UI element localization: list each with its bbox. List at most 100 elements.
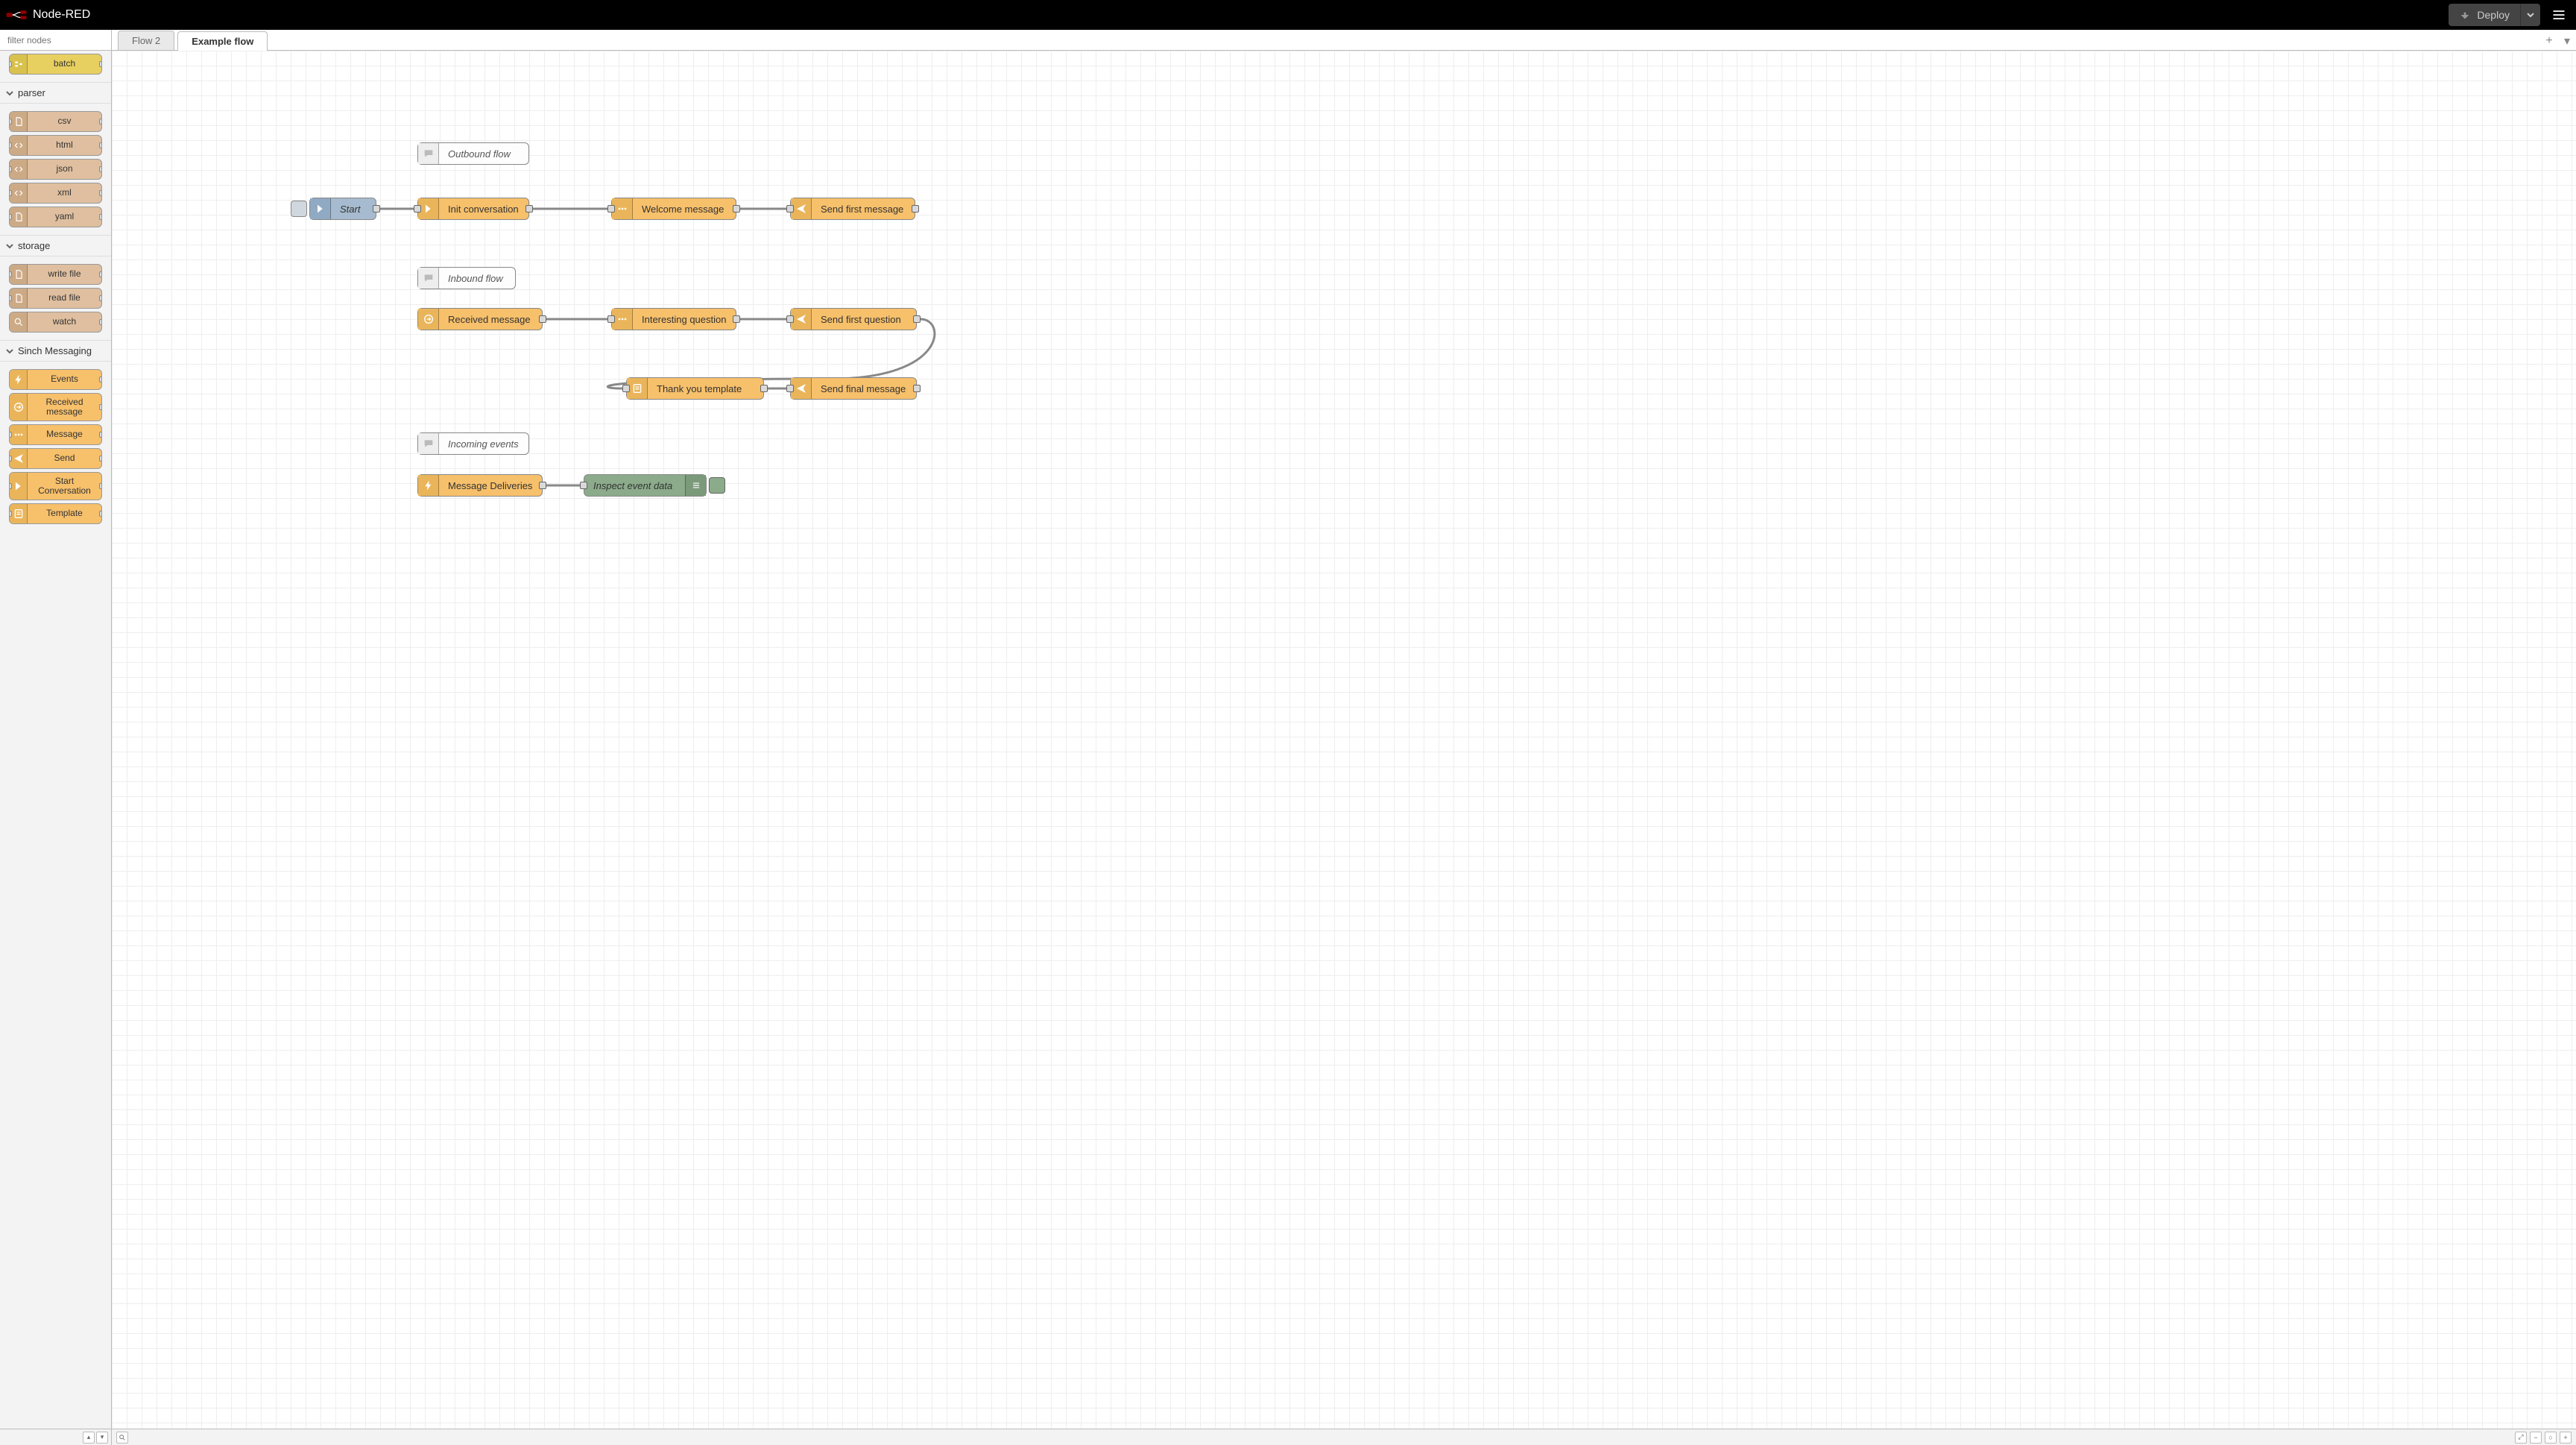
output-port[interactable]: [99, 214, 102, 220]
flow-node-send-first-question[interactable]: Send first question: [790, 308, 917, 330]
output-port[interactable]: [373, 205, 380, 212]
flow-node-welcome-message[interactable]: Welcome message: [611, 198, 736, 220]
palette-category-parser[interactable]: parser: [0, 82, 111, 104]
input-port[interactable]: [9, 214, 12, 220]
flow-node-received-message[interactable]: Received message: [417, 308, 543, 330]
output-port[interactable]: [525, 205, 533, 212]
node-palette: batch parser csv html json xml yaml storage writ…: [0, 30, 112, 1445]
output-port[interactable]: [99, 190, 102, 196]
palette-node-received-message[interactable]: Received message: [9, 393, 102, 421]
palette-node-template[interactable]: Template: [9, 503, 102, 524]
output-port[interactable]: [99, 456, 102, 462]
input-port[interactable]: [414, 205, 421, 212]
palette-node-write-file[interactable]: write file: [9, 264, 102, 285]
input-port[interactable]: [9, 483, 12, 489]
tab-menu-button[interactable]: ▾: [2558, 32, 2576, 50]
palette-node-batch[interactable]: batch: [9, 54, 102, 75]
chevron-down-icon: [6, 347, 13, 355]
flow-node-init-conversation[interactable]: Init conversation: [417, 198, 529, 220]
palette-node-json[interactable]: json: [9, 159, 102, 180]
flow-node-send-first-message[interactable]: Send first message: [790, 198, 915, 220]
main-menu-button[interactable]: [2548, 4, 2570, 26]
template-icon: [627, 378, 648, 399]
output-port[interactable]: [99, 166, 102, 172]
output-port[interactable]: [733, 205, 740, 212]
output-port[interactable]: [539, 315, 546, 323]
tab-flow-2[interactable]: Flow 2: [118, 31, 174, 50]
output-port[interactable]: [99, 319, 102, 325]
output-port[interactable]: [913, 385, 921, 392]
palette-node-send[interactable]: Send: [9, 448, 102, 469]
deploy-caret-button[interactable]: [2520, 4, 2540, 26]
output-port[interactable]: [912, 205, 919, 212]
flow-node-thank-you-template[interactable]: Thank you template: [626, 377, 764, 400]
palette-expand-button[interactable]: ▾: [96, 1432, 108, 1444]
input-port[interactable]: [622, 385, 630, 392]
input-port[interactable]: [786, 205, 794, 212]
flow-node-inspect-event-data[interactable]: Inspect event data: [584, 474, 707, 497]
input-port[interactable]: [9, 142, 12, 148]
palette-collapse-button[interactable]: ▴: [83, 1432, 95, 1444]
zoom-reset-button[interactable]: ○: [2545, 1432, 2557, 1444]
deploy-button[interactable]: Deploy: [2449, 4, 2520, 26]
list-icon: [685, 475, 706, 496]
palette-scroll[interactable]: batch parser csv html json xml yaml storage writ…: [0, 51, 111, 1429]
input-port[interactable]: [9, 61, 12, 67]
flow-node-start[interactable]: Start: [309, 198, 376, 220]
palette-category-storage[interactable]: storage: [0, 235, 111, 256]
output-port[interactable]: [99, 483, 102, 489]
input-port[interactable]: [9, 166, 12, 172]
input-port[interactable]: [9, 271, 12, 277]
output-port[interactable]: [99, 271, 102, 277]
input-port[interactable]: [607, 205, 615, 212]
input-port[interactable]: [607, 315, 615, 323]
palette-node-message[interactable]: Message: [9, 424, 102, 445]
zoom-out-button[interactable]: −: [2530, 1432, 2542, 1444]
palette-category-sinch-messaging[interactable]: Sinch Messaging: [0, 340, 111, 362]
tab-example-flow[interactable]: Example flow: [177, 31, 268, 51]
output-port[interactable]: [539, 482, 546, 489]
flow-node-send-final-message[interactable]: Send final message: [790, 377, 917, 400]
input-port[interactable]: [9, 119, 12, 125]
output-port[interactable]: [913, 315, 921, 323]
palette-node-xml[interactable]: xml: [9, 183, 102, 204]
output-port[interactable]: [99, 432, 102, 438]
add-tab-button[interactable]: +: [2540, 32, 2558, 50]
input-port[interactable]: [9, 456, 12, 462]
input-port[interactable]: [9, 295, 12, 301]
palette-node-events[interactable]: Events: [9, 369, 102, 390]
zoom-in-button[interactable]: +: [2560, 1432, 2572, 1444]
output-port[interactable]: [733, 315, 740, 323]
palette-node-csv[interactable]: csv: [9, 111, 102, 132]
output-port[interactable]: [99, 511, 102, 517]
output-port[interactable]: [99, 295, 102, 301]
palette-node-yaml[interactable]: yaml: [9, 207, 102, 227]
zoom-fit-button[interactable]: ⤢: [2515, 1432, 2527, 1444]
palette-node-start-conversation[interactable]: Start Conversation: [9, 472, 102, 500]
output-port[interactable]: [760, 385, 768, 392]
output-port[interactable]: [99, 404, 102, 410]
flow-node-inbound-flow[interactable]: Inbound flow: [417, 267, 516, 289]
flow-node-message-deliveries[interactable]: Message Deliveries: [417, 474, 543, 497]
debug-toggle-button[interactable]: [709, 477, 725, 494]
inject-button[interactable]: [291, 201, 307, 217]
flow-node-outbound-flow[interactable]: Outbound flow: [417, 142, 529, 165]
palette-filter-input[interactable]: [7, 35, 123, 45]
palette-node-html[interactable]: html: [9, 135, 102, 156]
input-port[interactable]: [786, 385, 794, 392]
flow-node-interesting-question[interactable]: Interesting question: [611, 308, 736, 330]
output-port[interactable]: [99, 119, 102, 125]
input-port[interactable]: [786, 315, 794, 323]
flow-node-incoming-events[interactable]: Incoming events: [417, 432, 529, 455]
flow-canvas[interactable]: Outbound flow Start Init conversation Welco…: [112, 51, 2576, 1429]
input-port[interactable]: [9, 511, 12, 517]
footer-search-button[interactable]: [116, 1432, 128, 1444]
input-port[interactable]: [9, 432, 12, 438]
output-port[interactable]: [99, 377, 102, 382]
input-port[interactable]: [9, 190, 12, 196]
input-port[interactable]: [580, 482, 587, 489]
palette-node-read-file[interactable]: read file: [9, 288, 102, 309]
output-port[interactable]: [99, 142, 102, 148]
output-port[interactable]: [99, 61, 102, 67]
palette-node-watch[interactable]: watch: [9, 312, 102, 333]
